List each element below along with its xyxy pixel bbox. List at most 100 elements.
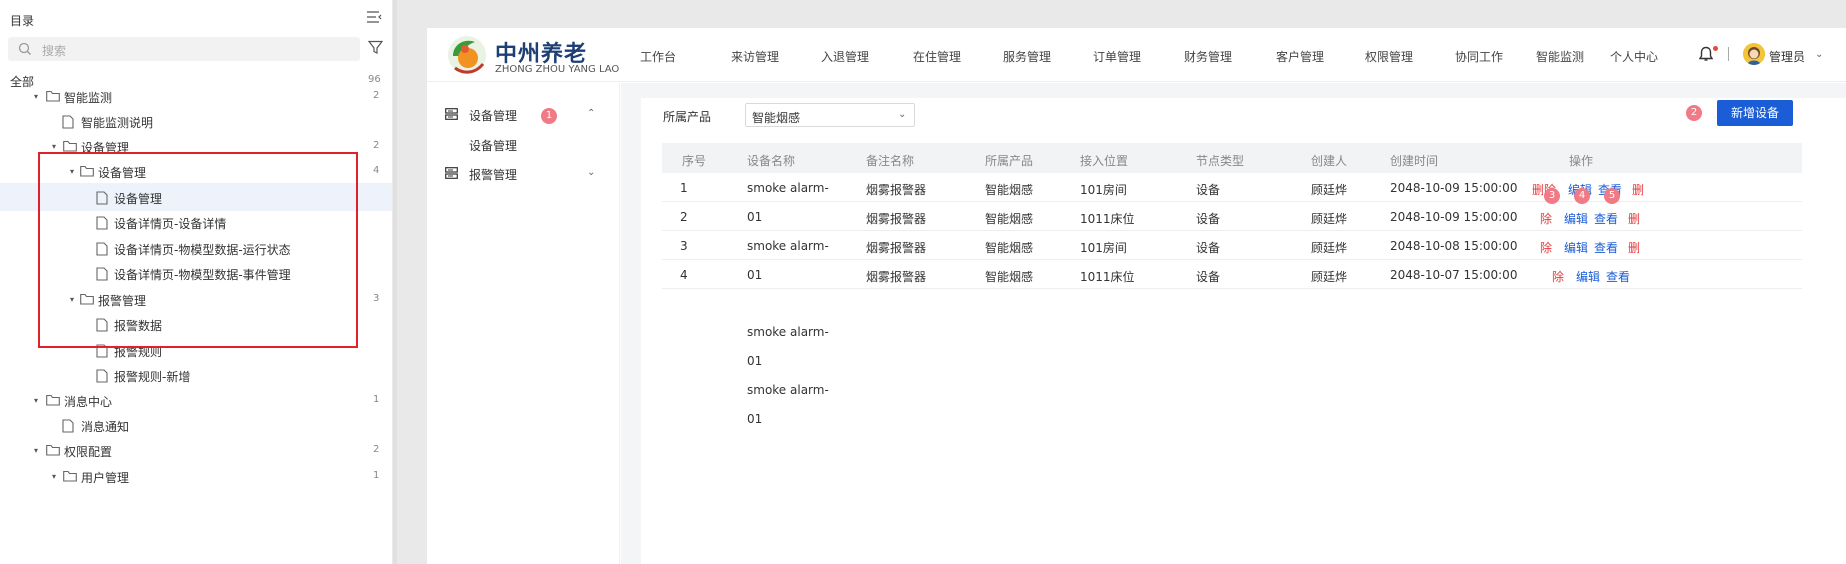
add-device-button[interactable]: 新增设备 [1717,100,1793,126]
outline-tree-label: 智能监测说明 [81,116,154,130]
nav-item[interactable]: 智能监测 [1536,48,1584,65]
nav-item[interactable]: 客户管理 [1276,48,1324,65]
outline-tree-item[interactable]: ▾ 用户管理 1 [0,462,392,490]
view-button[interactable]: 查看 [1606,268,1630,285]
view-button[interactable]: 查看 [1594,239,1618,256]
sidemenu-device-label: 设备管理 [469,109,518,123]
table-cell-remark: 烟雾报警器 [866,212,927,226]
outline-tree-label: 权限配置 [64,445,113,459]
delete-button[interactable]: 删 [1632,181,1644,198]
outline-tree-count: 4 [373,165,380,176]
sidemenu-device-group[interactable]: 设备管理 ⌃ [427,99,620,129]
filter-icon[interactable] [367,40,384,58]
delete-button[interactable]: 除 [1552,268,1564,285]
table-cell-node: 设备 [1196,270,1221,284]
caret-down-icon[interactable]: ▾ [34,446,38,455]
table-cell-remark: 烟雾报警器 [866,241,927,255]
column-header: 设备名称 [747,154,796,168]
edit-button[interactable]: 编辑 [1564,210,1588,227]
nav-item[interactable]: 权限管理 [1365,48,1413,65]
delete-button[interactable]: 除 [1540,210,1552,227]
highlight-box [38,152,358,348]
outline-tree-item[interactable]: 智能监测说明 [0,107,392,135]
overflow-name: 01 [747,354,763,368]
product-filter-label: 所属产品 [663,110,712,124]
table-cell-time: 2048-10-08 15:00:00 [1390,239,1518,253]
outline-tree-item[interactable]: 消息通知 [0,411,392,439]
product-select[interactable]: 智能烟感 ⌄ [745,103,915,127]
edit-button[interactable]: 编辑 [1564,239,1588,256]
table-cell-creator: 顾廷烨 [1311,270,1348,284]
folder-icon [46,444,60,459]
chevron-down-icon: ⌄ [587,167,596,178]
table-cell-creator: 顾廷烨 [1311,212,1348,226]
folder-icon [46,394,60,409]
step-badge: 3 [1544,188,1560,204]
outline-search-input[interactable]: 搜索 [8,37,360,61]
table-cell-no: 4 [680,268,688,282]
outline-tree-item[interactable]: ▾ 智能监测 2 [0,82,392,110]
outline-tree-count: 2 [373,444,380,455]
outline-tree-item[interactable]: 报警规则-新增 [0,361,392,389]
page-icon [96,369,108,386]
caret-down-icon[interactable]: ▾ [52,142,56,151]
table-cell-name: 01 [747,268,763,282]
step-badge: 5 [1604,188,1620,204]
bell-icon[interactable] [1698,46,1714,65]
brand-name-en: ZHONG ZHOU YANG LAO [495,64,620,75]
view-button[interactable]: 查看 [1594,210,1618,227]
step-badge: 2 [1686,105,1702,121]
table-header: 序号 设备名称 备注名称 所属产品 接入位置 节点类型 创建人 创建时间 操作 [662,143,1802,173]
nav-item[interactable]: 工作台 [640,48,676,65]
delete-button[interactable]: 除 [1540,239,1552,256]
table-row: 1 smoke alarm- 烟雾报警器 智能烟感 101房间 设备 顾廷烨 2048-10-… [662,173,1802,202]
app-window: 中州养老 ZHONG ZHOU YANG LAO 工作台 来访管理 入退管理 在住管理… [427,28,1846,564]
table-row: 4 01 烟雾报警器 智能烟感 1011床位 设备 顾廷烨 2048-10-07 15:00:… [662,260,1802,289]
caret-down-icon[interactable]: ▾ [34,396,38,405]
table-cell-remark: 烟雾报警器 [866,183,927,197]
folder-icon [63,470,77,485]
collapse-panel-icon[interactable] [366,10,384,26]
nav-item[interactable]: 订单管理 [1093,48,1141,65]
nav-item[interactable]: 财务管理 [1184,48,1232,65]
panel-divider[interactable] [393,0,397,564]
table-cell-node: 设备 [1196,183,1221,197]
table-cell-location: 101房间 [1080,241,1127,255]
table-cell-time: 2048-10-09 15:00:00 [1390,181,1518,195]
alarm-list-icon [445,167,458,182]
overflow-name: 01 [747,412,763,426]
sidemenu-device-sub-label: 设备管理 [469,139,518,153]
step-badge: 1 [541,108,557,124]
table-cell-remark: 烟雾报警器 [866,270,927,284]
nav-item[interactable]: 在住管理 [913,48,961,65]
sidemenu-device-sub[interactable]: 设备管理 [427,129,620,159]
search-icon [18,42,32,59]
nav-item[interactable]: 个人中心 [1610,48,1658,65]
table-cell-product: 智能烟感 [985,183,1034,197]
table-cell-name: smoke alarm- [747,239,829,253]
overflow-name: smoke alarm- [747,383,829,397]
caret-down-icon[interactable]: ▾ [52,472,56,481]
column-header: 节点类型 [1196,154,1245,168]
avatar[interactable] [1743,43,1765,65]
table-cell-node: 设备 [1196,212,1221,226]
nav-item[interactable]: 入退管理 [821,48,869,65]
outline-tree-item[interactable]: ▾ 权限配置 2 [0,436,392,464]
user-name[interactable]: 管理员 [1769,48,1805,65]
delete-button[interactable]: 删 [1628,239,1640,256]
chevron-down-icon[interactable]: ⌄ [1815,49,1823,60]
table-cell-no: 3 [680,239,688,253]
outline-tree-item[interactable]: ▾ 消息中心 1 [0,386,392,414]
delete-button[interactable]: 删 [1628,210,1640,227]
outline-tree-label: 智能监测 [64,91,113,105]
nav-item[interactable]: 协同工作 [1455,48,1503,65]
caret-down-icon[interactable]: ▾ [34,92,38,101]
outline-tree-label: 消息中心 [64,395,113,409]
table-cell-product: 智能烟感 [985,212,1034,226]
sidemenu-alarm-group[interactable]: 报警管理 ⌄ [427,158,620,188]
nav-item[interactable]: 服务管理 [1003,48,1051,65]
product-select-value: 智能烟感 [752,111,801,125]
table-cell-product: 智能烟感 [985,241,1034,255]
edit-button[interactable]: 编辑 [1576,268,1600,285]
nav-item[interactable]: 来访管理 [731,48,779,65]
